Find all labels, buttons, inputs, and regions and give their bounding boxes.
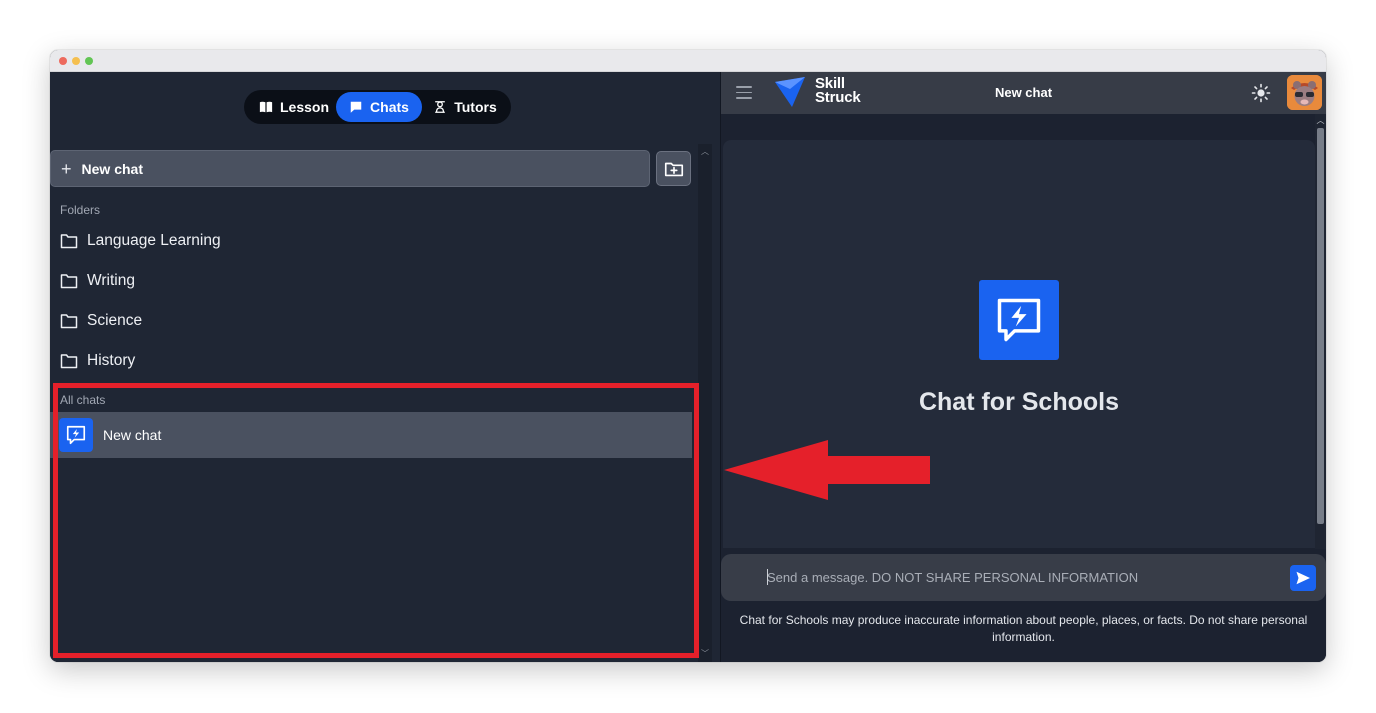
chat-bolt-icon — [59, 418, 93, 452]
hamburger-menu-icon[interactable] — [736, 86, 752, 100]
chat-header: Skill Struck New chat — [721, 72, 1326, 114]
welcome-title: Chat for Schools — [918, 388, 1119, 416]
chat-list-item[interactable]: New chat — [50, 412, 692, 458]
maximize-window-button[interactable] — [85, 57, 93, 65]
tab-lesson-label: Lesson — [279, 99, 329, 115]
tab-chats[interactable]: Chats — [336, 92, 422, 122]
chat-item-label: New chat — [103, 427, 162, 443]
folder-icon — [60, 314, 78, 329]
folder-writing[interactable]: Writing — [60, 268, 135, 294]
new-folder-button[interactable] — [656, 151, 691, 186]
sun-icon[interactable] — [1251, 83, 1271, 103]
book-icon — [259, 101, 273, 113]
scrollbar-thumb[interactable] — [1317, 128, 1324, 524]
chat-sidebar: Lesson Chats Tutors + New chat Folders L… — [50, 72, 720, 662]
avatar-character-icon — [1287, 75, 1322, 110]
skillstruck-logo-icon — [775, 77, 805, 107]
chat-title: New chat — [994, 85, 1053, 100]
scroll-up-icon[interactable]: ︿ — [701, 148, 709, 156]
logo-line2: Struck — [815, 89, 861, 106]
plus-icon: + — [61, 158, 72, 179]
mode-tabs: Lesson Chats Tutors — [244, 90, 511, 124]
folder-science[interactable]: Science — [60, 308, 142, 334]
tab-tutors[interactable]: Tutors — [424, 92, 506, 122]
tab-lesson[interactable]: Lesson — [250, 92, 338, 122]
folder-plus-icon — [664, 162, 683, 176]
text-caret — [767, 569, 768, 585]
folder-label: History — [87, 352, 136, 369]
folder-label: Language Learning — [87, 232, 221, 249]
send-icon — [1296, 571, 1310, 585]
folder-history[interactable]: History — [60, 348, 135, 374]
chat-panel: Skill Struck New chat ︿ Chat for Schools… — [721, 72, 1326, 662]
chat-scrollbar[interactable]: ︿ — [1315, 114, 1326, 549]
folder-label: Writing — [87, 272, 135, 289]
folder-icon — [60, 234, 78, 249]
send-button[interactable] — [1290, 565, 1316, 591]
window-titlebar — [50, 50, 1326, 72]
message-composer — [721, 554, 1326, 601]
chat-icon — [350, 101, 362, 113]
disclaimer-text: Chat for Schools may produce inaccurate … — [739, 613, 1308, 644]
tab-chats-label: Chats — [370, 99, 409, 115]
folder-language-learning[interactable]: Language Learning — [60, 228, 221, 254]
close-window-button[interactable] — [59, 57, 67, 65]
folders-heading: Folders — [60, 203, 101, 217]
folder-icon — [60, 274, 78, 289]
tutors-icon — [435, 101, 446, 113]
new-chat-button[interactable]: + New chat — [50, 150, 650, 187]
chat-bolt-icon — [979, 280, 1059, 360]
scroll-up-icon[interactable]: ︿ — [1316, 116, 1325, 125]
app-window: Lesson Chats Tutors + New chat Folders L… — [50, 50, 1326, 662]
all-chats-heading: All chats — [60, 393, 106, 407]
welcome-card: Chat for Schools — [723, 140, 1315, 548]
minimize-window-button[interactable] — [72, 57, 80, 65]
logo-text: Skill Struck — [815, 76, 861, 106]
new-chat-label: New chat — [81, 160, 143, 177]
user-avatar[interactable] — [1287, 75, 1322, 110]
folder-icon — [60, 354, 78, 369]
sidebar-scrollbar[interactable]: ︿ ﹀ — [698, 144, 712, 662]
scroll-down-icon[interactable]: ﹀ — [701, 650, 709, 658]
folder-label: Science — [87, 312, 143, 329]
tab-tutors-label: Tutors — [454, 99, 497, 115]
message-input[interactable] — [767, 564, 1277, 590]
